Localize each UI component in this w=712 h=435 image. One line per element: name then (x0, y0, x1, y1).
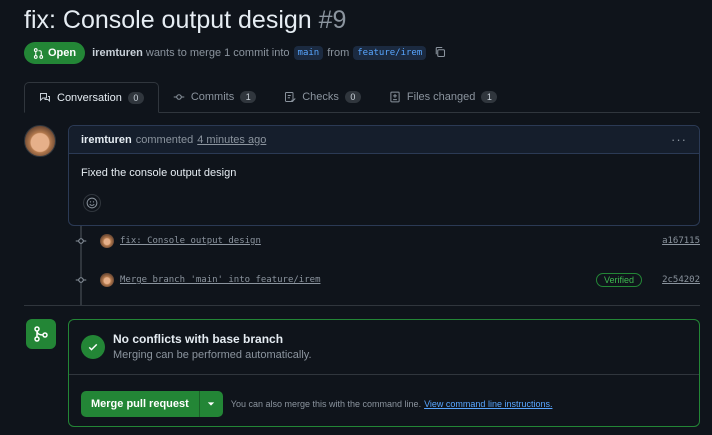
check-icon (81, 334, 105, 359)
commit-row: Merge branch 'main' into feature/irem Ve… (74, 270, 700, 290)
merge-status: No conflicts with base branch Merging ca… (81, 332, 312, 361)
comment-timestamp[interactable]: 4 minutes ago (197, 134, 266, 146)
tab-checks[interactable]: Checks 0 (270, 82, 375, 112)
comment-box: iremturen commented 4 minutes ago ··· Fi… (68, 125, 700, 226)
file-diff-icon (390, 91, 400, 103)
merge-status-title: No conflicts with base branch (113, 332, 284, 346)
page-title: fix: Console output design #9 (24, 6, 346, 35)
commit-message-link[interactable]: Merge branch 'main' into feature/irem (120, 275, 320, 285)
tab-conversation[interactable]: Conversation 0 (24, 82, 159, 113)
command-line-instructions-link[interactable]: View command line instructions. (424, 399, 552, 409)
comment-body: Fixed the console output design (81, 167, 237, 179)
checklist-icon (285, 92, 296, 102)
kebab-menu-icon[interactable]: ··· (671, 132, 687, 147)
pr-meta: Open iremturen wants to merge 1 commit i… (24, 42, 446, 64)
caret-down-icon (208, 402, 215, 406)
commit-sha-link[interactable]: 2c54202 (662, 275, 700, 285)
tab-label: Checks (302, 91, 339, 103)
commit-avatar[interactable] (100, 234, 114, 248)
merge-pull-request-button[interactable]: Merge pull request (81, 391, 199, 417)
tab-count: 1 (481, 91, 498, 103)
git-commit-icon (173, 94, 185, 100)
head-branch[interactable]: feature/irem (353, 46, 427, 60)
from-text: from (327, 47, 350, 59)
section-divider (24, 305, 700, 306)
state-label: Open (48, 47, 77, 59)
git-commit-icon (74, 274, 88, 286)
merge-hint: You can also merge this with the command… (230, 399, 422, 409)
git-pull-request-icon (33, 47, 44, 59)
comment-action: commented (135, 133, 194, 146)
commit-row: fix: Console output design a167115 (74, 231, 700, 251)
smiley-icon[interactable] (83, 194, 101, 212)
base-branch[interactable]: main (293, 46, 324, 60)
tab-label: Files changed (406, 91, 476, 103)
tab-count: 1 (240, 91, 257, 103)
pr-tabs: Conversation 0 Commits 1 Checks 0 Files … (24, 82, 700, 113)
state-badge: Open (24, 42, 86, 64)
pr-title: fix: Console output design (24, 6, 312, 34)
tab-files-changed[interactable]: Files changed 1 (375, 82, 512, 112)
tab-count: 0 (344, 91, 361, 103)
merge-divider (69, 374, 699, 375)
merge-box: No conflicts with base branch Merging ca… (68, 319, 700, 427)
merge-status-subtitle: Merging can be performed automatically. (113, 349, 312, 361)
verified-badge[interactable]: Verified (596, 273, 643, 287)
comment-discussion-icon (40, 92, 50, 102)
pr-author-link[interactable]: iremturen (92, 47, 143, 59)
merge-options-dropdown[interactable] (198, 391, 223, 417)
avatar[interactable] (24, 125, 56, 157)
merge-actions: Merge pull request You can also merge th… (81, 391, 552, 417)
commit-message-link[interactable]: fix: Console output design (120, 236, 261, 246)
commit-sha-link[interactable]: a167115 (662, 236, 700, 246)
git-commit-icon (74, 235, 88, 247)
comment-author-link[interactable]: iremturen (81, 134, 132, 146)
tab-count: 0 (127, 91, 144, 104)
tab-label: Conversation (57, 91, 122, 104)
comment-header: iremturen commented 4 minutes ago ··· (69, 126, 699, 154)
pr-number: #9 (318, 6, 347, 34)
git-merge-icon (26, 319, 56, 349)
tab-label: Commits (190, 91, 235, 103)
commit-avatar[interactable] (100, 273, 114, 287)
copy-icon[interactable] (434, 46, 446, 61)
merge-text: wants to merge 1 commit into (145, 47, 290, 59)
tab-commits[interactable]: Commits 1 (159, 82, 270, 112)
